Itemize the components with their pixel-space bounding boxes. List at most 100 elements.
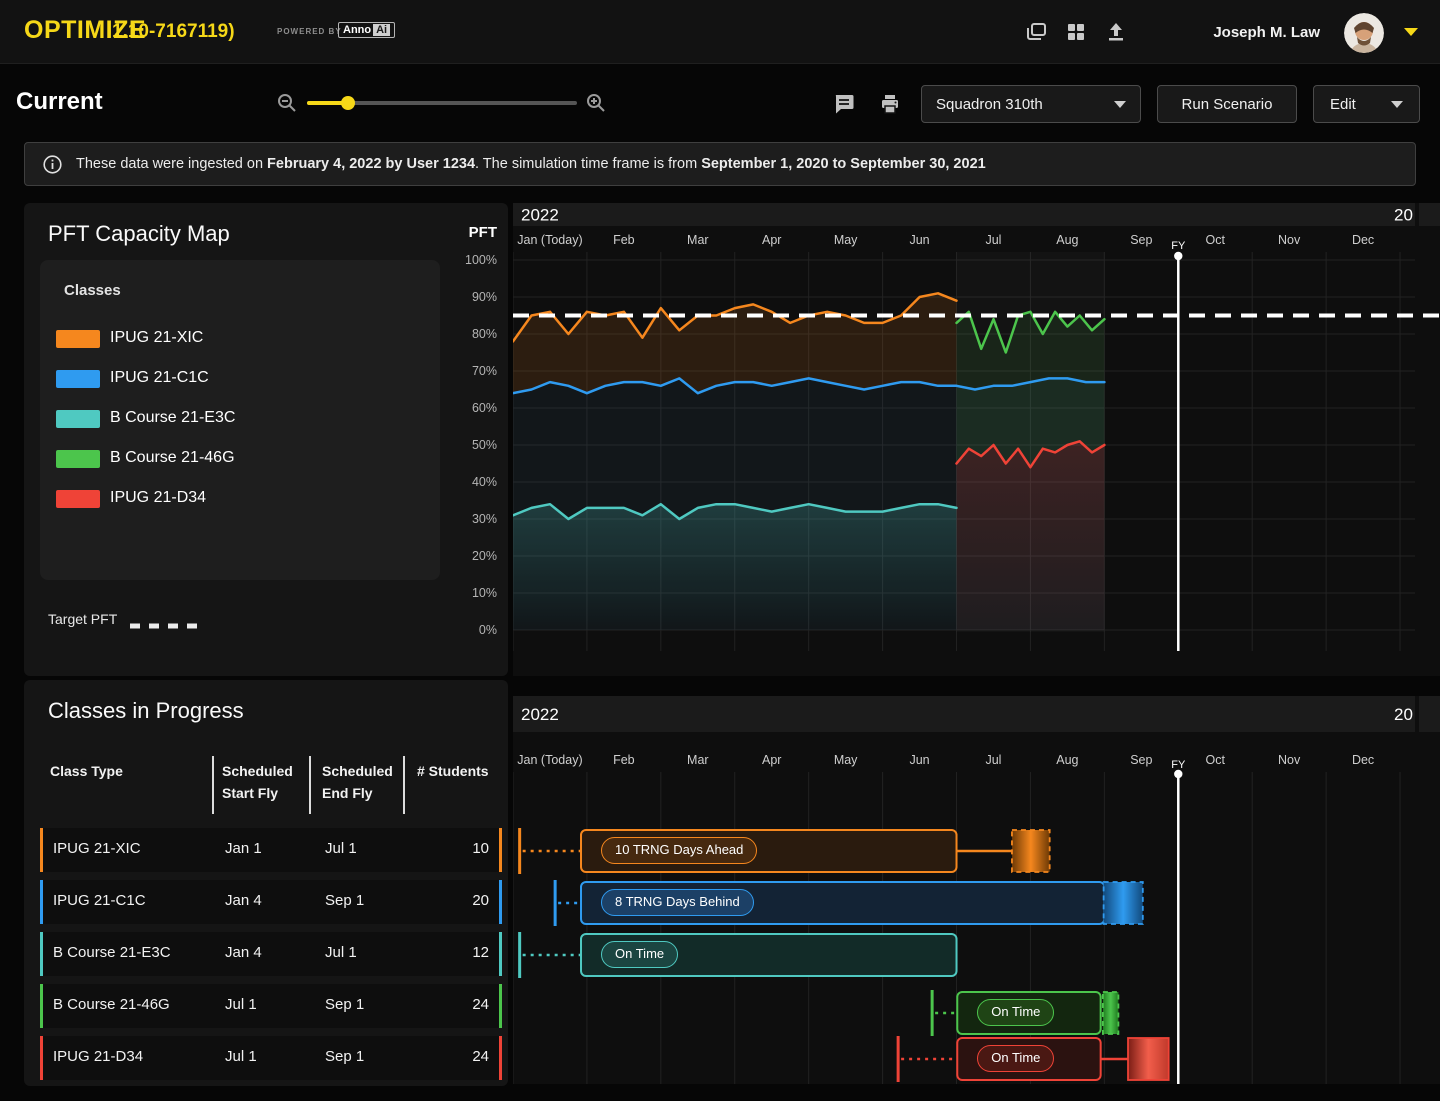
upload-icon[interactable] — [1104, 20, 1128, 44]
gantt-checkride-block[interactable] — [1128, 1038, 1169, 1080]
gantt-status-pill: 8 TRNG Days Behind — [601, 889, 754, 916]
c-stud: 24 — [472, 996, 489, 1013]
column-divider — [212, 756, 214, 814]
month-label: May — [834, 233, 858, 247]
legend-item-ipug-21-xic[interactable]: IPUG 21-XIC — [40, 325, 440, 353]
fy-marker-dot — [1174, 770, 1182, 778]
c-stud: 24 — [472, 1048, 489, 1065]
legend-item-b-course-21-e3c[interactable]: B Course 21-E3C — [40, 405, 440, 433]
month-label: Nov — [1278, 753, 1301, 767]
c-type: IPUG 21-XIC — [53, 840, 141, 857]
pft-axis-tick: 100% — [437, 253, 497, 267]
vendor-logo: Anno Ai — [338, 22, 395, 38]
column-header: ScheduledEnd Fly — [322, 760, 393, 804]
powered-by-label: POWERED BY — [277, 27, 342, 36]
c-start: Jul 1 — [225, 996, 257, 1013]
target-pft-label: Target PFT — [48, 611, 117, 627]
c-end: Jul 1 — [325, 840, 357, 857]
c-end: Sep 1 — [325, 892, 364, 909]
squadron-select-value: Squadron 310th — [936, 96, 1043, 113]
avatar[interactable] — [1344, 13, 1384, 53]
pft-capacity-title: PFT Capacity Map — [48, 221, 230, 247]
app-version: 1.10-7167119) — [112, 21, 235, 43]
user-menu-caret-icon[interactable] — [1404, 28, 1418, 36]
month-label: Feb — [613, 753, 635, 767]
info-banner: These data were ingested on February 4, … — [24, 142, 1416, 186]
print-icon[interactable] — [878, 92, 902, 121]
c-type: IPUG 21-D34 — [53, 1048, 143, 1065]
table-row-b-course-21-46g[interactable]: B Course 21-46GJul 1Sep 124 — [40, 984, 502, 1028]
table-row-ipug-21-xic[interactable]: IPUG 21-XICJan 1Jul 110 — [40, 828, 502, 872]
month-label: Jan (Today) — [517, 233, 582, 247]
month-label: Nov — [1278, 233, 1301, 247]
month-label: Mar — [687, 233, 709, 247]
fy-marker-label: FY — [1171, 759, 1186, 771]
slider-thumb[interactable] — [341, 96, 355, 110]
legend-title: Classes — [64, 282, 121, 299]
legend-swatch — [56, 450, 100, 468]
timeline-zoom-slider[interactable] — [307, 101, 577, 105]
table-row-ipug-21-c1c[interactable]: IPUG 21-C1CJan 4Sep 120 — [40, 880, 502, 924]
pft-axis-tick: 90% — [437, 290, 497, 304]
c-start: Jul 1 — [225, 1048, 257, 1065]
stacked-windows-icon[interactable] — [1024, 20, 1048, 44]
c-type: B Course 21-E3C — [53, 944, 171, 961]
pft-axis-tick: 30% — [437, 512, 497, 526]
gantt-checkride-block[interactable] — [1104, 882, 1143, 924]
c-start: Jan 1 — [225, 840, 262, 857]
month-label: Jan (Today) — [517, 753, 582, 767]
pft-axis-tick: 50% — [437, 438, 497, 452]
month-label: Dec — [1352, 753, 1374, 767]
gantt-checkride-block[interactable] — [1012, 830, 1050, 872]
column-divider — [309, 756, 311, 814]
toolbar: Current Squadron 310th Run Scenario Edit — [0, 80, 1440, 128]
squadron-select[interactable]: Squadron 310th — [921, 85, 1141, 123]
legend-label: IPUG 21-D34 — [110, 489, 206, 507]
zoom-out-icon[interactable] — [276, 92, 298, 119]
pft-axis-tick: 80% — [437, 327, 497, 341]
run-scenario-button[interactable]: Run Scenario — [1157, 85, 1297, 123]
edit-menu-button[interactable]: Edit — [1313, 85, 1420, 123]
classes-in-progress-card: Classes in Progress Class TypeScheduledS… — [24, 680, 508, 1086]
next-year-label: 20 — [1394, 206, 1413, 225]
page-title: Current — [16, 88, 103, 116]
edit-label: Edit — [1330, 96, 1356, 113]
fy-marker-dot — [1174, 252, 1182, 260]
table-row-b-course-21-e3c[interactable]: B Course 21-E3CJan 4Jul 112 — [40, 932, 502, 976]
pft-axis-tick: 40% — [437, 475, 497, 489]
month-label: Mar — [687, 753, 709, 767]
gantt-status-pill: On Time — [977, 1045, 1054, 1072]
legend-item-ipug-21-d34[interactable]: IPUG 21-D34 — [40, 485, 440, 513]
pft-capacity-chart[interactable]: 202220Jan (Today)FebMarAprMayJunJulAugSe… — [513, 203, 1440, 676]
year-label: 2022 — [521, 206, 559, 225]
classes-gantt-chart[interactable]: 202220Jan (Today)FebMarAprMayJunJulAugSe… — [513, 696, 1440, 1084]
comment-icon[interactable] — [832, 92, 856, 121]
table-row-ipug-21-d34[interactable]: IPUG 21-D34 Jul 1 Sep 1 24 — [40, 1036, 502, 1080]
c-stud: 20 — [472, 892, 489, 909]
pft-axis-tick: 10% — [437, 586, 497, 600]
pft-axis-tick: 20% — [437, 549, 497, 563]
vendor-name: Anno — [343, 24, 371, 36]
legend-swatch — [56, 490, 100, 508]
fy-marker-label: FY — [1171, 240, 1186, 252]
chevron-down-icon — [1114, 101, 1126, 108]
month-label: Apr — [762, 753, 781, 767]
banner-text: These data were ingested on February 4, … — [76, 156, 986, 172]
month-label: Oct — [1206, 233, 1226, 247]
vendor-badge: Ai — [373, 24, 390, 36]
legend-item-b-course-21-46g[interactable]: B Course 21-46G — [40, 445, 440, 473]
classes-legend: Classes IPUG 21-XIC IPUG 21-C1C B Course 2… — [40, 260, 440, 580]
month-label: Aug — [1056, 753, 1078, 767]
grid-apps-icon[interactable] — [1064, 20, 1088, 44]
gantt-checkride-block[interactable] — [1103, 992, 1119, 1034]
c-start: Jan 4 — [225, 944, 262, 961]
c-end: Sep 1 — [325, 1048, 364, 1065]
pft-capacity-card: PFT Capacity Map Classes IPUG 21-XIC IPUG… — [24, 203, 508, 676]
zoom-in-icon[interactable] — [585, 92, 607, 119]
month-label: Jul — [985, 233, 1001, 247]
month-label: May — [834, 753, 858, 767]
legend-item-ipug-21-c1c[interactable]: IPUG 21-C1C — [40, 365, 440, 393]
month-label: Jun — [909, 233, 929, 247]
month-label: Aug — [1056, 233, 1078, 247]
pft-axis-tick: 0% — [437, 623, 497, 637]
